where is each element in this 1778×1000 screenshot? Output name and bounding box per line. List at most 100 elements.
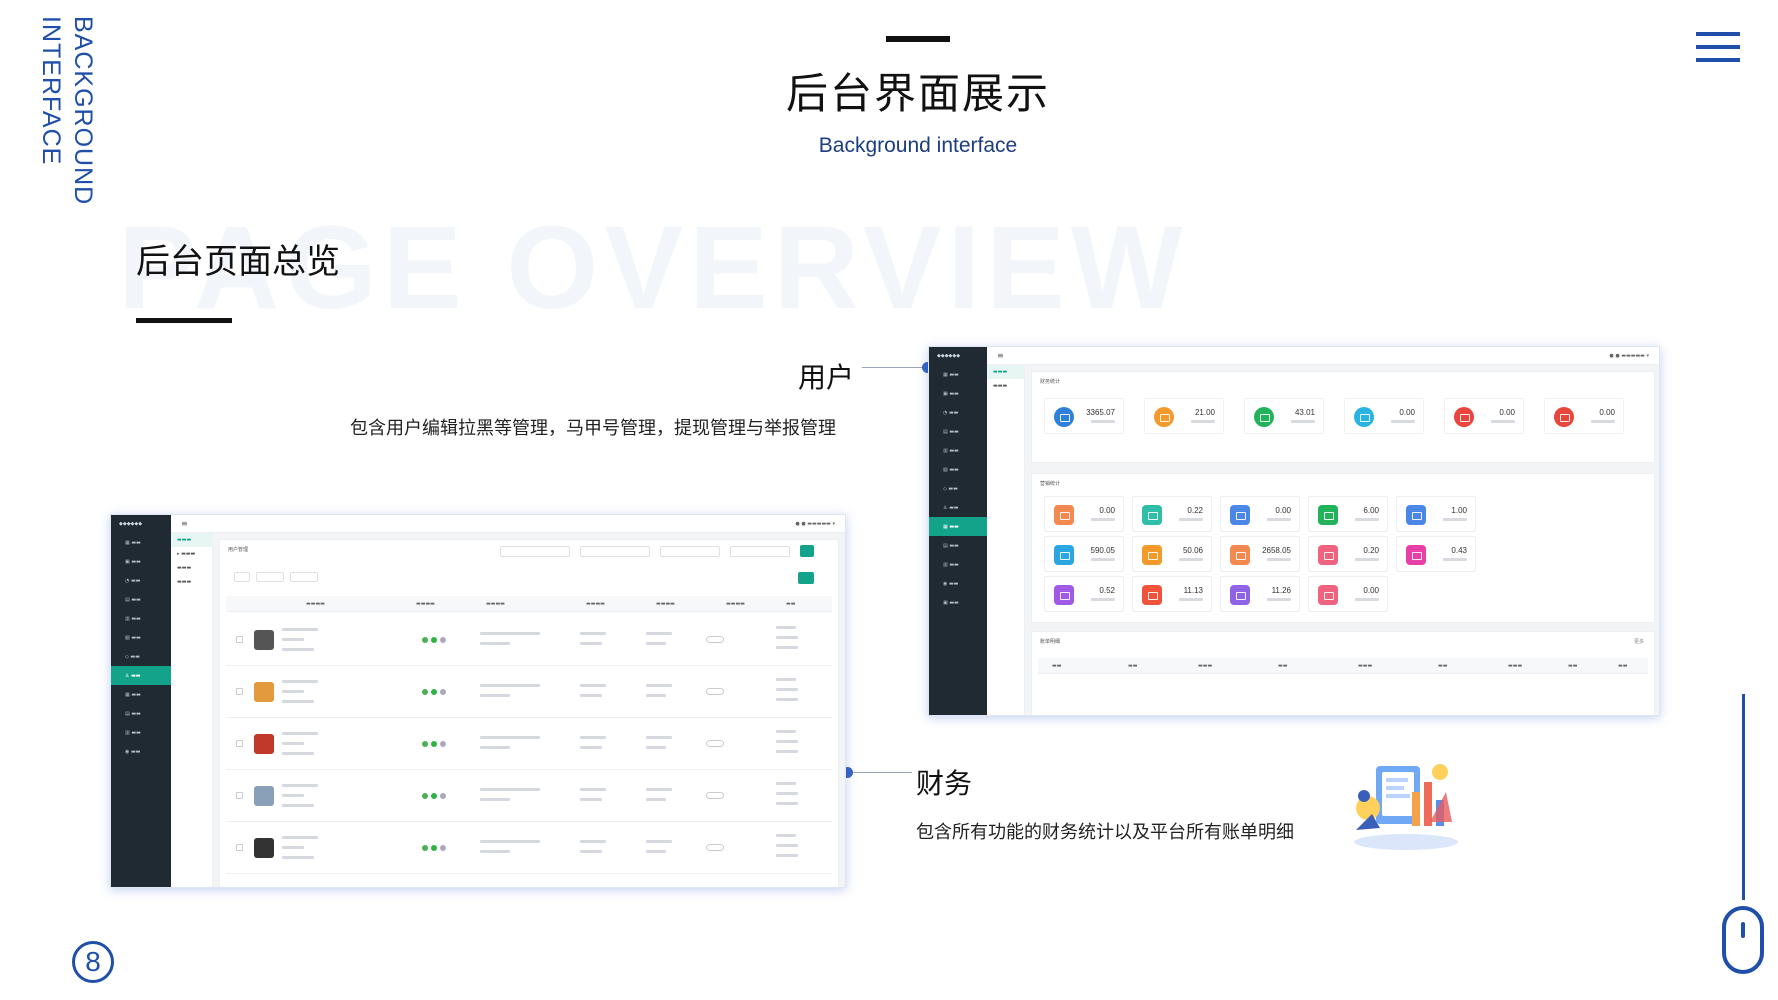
finance-stat-card-value: 21.00 [1194, 408, 1215, 417]
finance-ops-card: 0.00 [1308, 576, 1388, 612]
finance-ops-card-icon [1142, 505, 1162, 525]
finance-sidebar: ◆◆◆◆◆◆ ▦ ▬▬ ▣ ▬▬ ◔ ▬▬ ▤ ▬▬ ▥ ▬▬ ▧ ▬▬ ◇ ▬▬ ♙ ▬… [929, 347, 987, 715]
user-content: 用户管理 ▬▬▬▬ ▬▬▬▬ ▬▬▬▬ ▬▬▬▬ ▬▬▬▬ ▬▬▬▬ ▬▬ [213, 533, 845, 887]
status-toggle[interactable] [706, 740, 724, 747]
finance-stat-card: 0.00 [1544, 398, 1624, 434]
table-row[interactable] [226, 666, 832, 718]
callout-user-label: 用户 [798, 361, 855, 394]
finance-ops-card: 0.43 [1396, 536, 1476, 572]
finance-ops-card: 11.13 [1132, 576, 1212, 612]
finance-ops-card: 0.00 [1044, 496, 1124, 532]
finance-ops-card: 50.06 [1132, 536, 1212, 572]
finance-ops-card-value: 1.00 [1451, 506, 1467, 515]
user-list-panel: 用户管理 ▬▬▬▬ ▬▬▬▬ ▬▬▬▬ ▬▬▬▬ ▬▬▬▬ ▬▬▬▬ ▬▬ [219, 539, 839, 887]
avatar [254, 734, 274, 754]
table-row[interactable] [226, 822, 832, 874]
batch-action-button-1[interactable] [256, 572, 284, 582]
callout-finance-label: 财务 [916, 767, 973, 800]
finance-content: 财务统计 3365.07 21.00 43.01 0.00 0.00 0.00 营销统计 … [1025, 365, 1659, 715]
finance-ops-card-icon [1230, 505, 1250, 525]
status-toggle[interactable] [706, 844, 724, 851]
finance-stat-card-value: 0.00 [1599, 408, 1615, 417]
user-table-header: ▬▬▬▬ ▬▬▬▬ ▬▬▬▬ ▬▬▬▬ ▬▬▬▬ ▬▬▬▬ ▬▬ [226, 596, 832, 612]
finance-stat-card-value: 3365.07 [1086, 408, 1115, 417]
finance-ops-card: 1.00 [1396, 496, 1476, 532]
finance-ops-card-icon [1142, 585, 1162, 605]
finance-ops-card-icon [1054, 545, 1074, 565]
section-title: 后台页面总览 [136, 242, 340, 282]
bill-more-link[interactable]: 更多 [1634, 638, 1644, 645]
avatar [254, 630, 274, 650]
finance-ops-card-icon [1230, 545, 1250, 565]
row-checkbox[interactable] [236, 844, 243, 851]
finance-illustration-icon [1354, 764, 1458, 850]
batch-action-button-2[interactable] [290, 572, 318, 582]
finance-stat-card: 0.00 [1344, 398, 1424, 434]
row-checkbox[interactable] [236, 740, 243, 747]
finance-ops-card-value: 2658.05 [1262, 546, 1291, 555]
page-subtitle: Background interface [818, 134, 1018, 157]
finance-stat-card-icon [1354, 407, 1374, 427]
finance-ops-card-icon [1406, 545, 1426, 565]
table-row[interactable] [226, 718, 832, 770]
finance-ops-panel: 营销统计 0.00 0.22 0.00 6.00 1.00 590.05 50.06 2658… [1031, 473, 1655, 623]
finance-ops-card-value: 0.22 [1187, 506, 1203, 515]
page-title: 后台界面展示 [785, 69, 1050, 118]
callout-finance-leader [848, 772, 912, 773]
finance-stat-card-value: 43.01 [1294, 408, 1315, 417]
finance-dashboard-screenshot: ◆◆◆◆◆◆ ▦ ▬▬ ▣ ▬▬ ◔ ▬▬ ▤ ▬▬ ▥ ▬▬ ▧ ▬▬ ◇ ▬▬ ♙ ▬… [928, 346, 1660, 716]
finance-stat-card: 0.00 [1444, 398, 1524, 434]
finance-ops-card: 0.52 [1044, 576, 1124, 612]
finance-stats-panel: 财务统计 3365.07 21.00 43.01 0.00 0.00 0.00 [1031, 371, 1655, 463]
add-user-button[interactable] [798, 572, 814, 584]
page-number: 8 [72, 941, 114, 983]
finance-stat-card-icon [1154, 407, 1174, 427]
finance-ops-card-icon [1054, 585, 1074, 605]
avatar [254, 786, 274, 806]
finance-topbar: ≡ ● ● ▬▬▬▬▬ ▾ [987, 347, 1659, 365]
finance-stat-card-icon [1254, 407, 1274, 427]
finance-ops-card-icon [1318, 545, 1338, 565]
row-checkbox[interactable] [236, 636, 243, 643]
finance-ops-card-value: 6.00 [1363, 506, 1379, 515]
table-row[interactable] [226, 770, 832, 822]
finance-stat-card: 21.00 [1144, 398, 1224, 434]
table-row[interactable] [226, 614, 832, 666]
finance-ops-card: 0.20 [1308, 536, 1388, 572]
user-topbar: ≡ ● ● ▬▬▬▬▬ ▾ [171, 515, 845, 533]
finance-ops-card: 0.00 [1220, 496, 1300, 532]
row-checkbox[interactable] [236, 688, 243, 695]
finance-ops-card: 11.26 [1220, 576, 1300, 612]
user-sidebar: ◆◆◆◆◆◆ ▦ ▬▬ ▣ ▬▬ ◔ ▬▬ ▤ ▬▬ ▥ ▬▬ ▧ ▬▬ ◇ ▬▬ ♙ … [111, 515, 171, 887]
finance-ops-card-value: 590.05 [1090, 546, 1115, 555]
finance-ops-card-value: 11.13 [1183, 586, 1203, 595]
finance-stat-card-value: 0.00 [1399, 408, 1415, 417]
scroll-line [1742, 694, 1745, 900]
finance-stat-card-value: 0.00 [1499, 408, 1515, 417]
finance-ops-card-icon [1054, 505, 1074, 525]
finance-ops-card-value: 0.43 [1451, 546, 1467, 555]
finance-ops-card-value: 50.06 [1182, 546, 1203, 555]
finance-ops-card: 2658.05 [1220, 536, 1300, 572]
status-toggle[interactable] [706, 792, 724, 799]
finance-stat-card-icon [1554, 407, 1574, 427]
select-all-checkbox[interactable] [234, 572, 250, 582]
finance-ops-card-value: 11.26 [1271, 586, 1291, 595]
finance-ops-card-value: 0.00 [1099, 506, 1115, 515]
callout-finance-desc: 包含所有功能的财务统计以及平台所有账单明细 [916, 822, 1294, 843]
finance-ops-card: 590.05 [1044, 536, 1124, 572]
finance-bill-panel: 账单明细 更多 ▬▬ ▬▬ ▬▬▬ ▬▬ ▬▬▬ ▬▬ ▬▬▬ ▬▬ ▬▬ [1031, 631, 1655, 715]
finance-ops-card-value: 0.00 [1363, 586, 1379, 595]
bill-table-header: ▬▬ ▬▬ ▬▬▬ ▬▬ ▬▬▬ ▬▬ ▬▬▬ ▬▬ ▬▬ [1038, 658, 1648, 674]
status-toggle[interactable] [706, 636, 724, 643]
title-accent-bar [886, 36, 950, 42]
finance-ops-card-value: 0.00 [1275, 506, 1291, 515]
row-checkbox[interactable] [236, 792, 243, 799]
finance-ops-card: 0.22 [1132, 496, 1212, 532]
finance-stat-card-icon [1454, 407, 1474, 427]
user-search-button[interactable] [800, 545, 814, 557]
status-toggle[interactable] [706, 688, 724, 695]
mouse-icon[interactable] [1722, 906, 1764, 974]
finance-ops-card: 6.00 [1308, 496, 1388, 532]
callout-user-leader [862, 367, 928, 368]
